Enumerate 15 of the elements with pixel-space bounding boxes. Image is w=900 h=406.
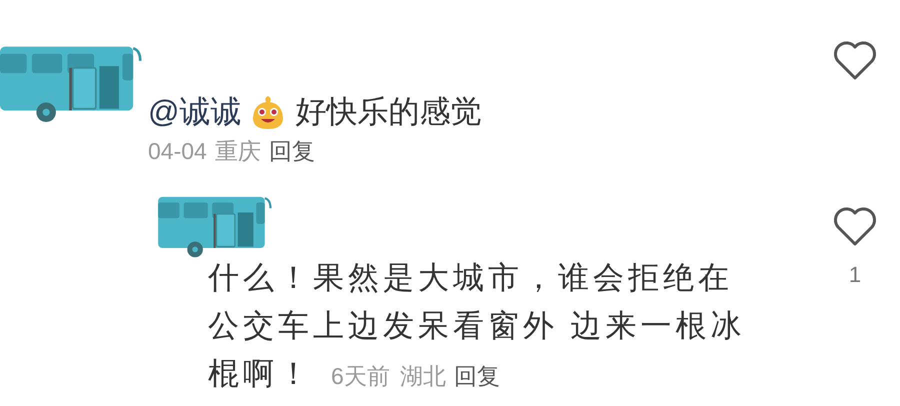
comment-text-line: 棍啊！ bbox=[208, 355, 313, 393]
reply-link[interactable]: 回复 bbox=[454, 352, 500, 400]
mention-link[interactable]: @诚诚 bbox=[148, 92, 242, 132]
comment-text-line: 公交车上边发呆看窗外 边来一根冰 bbox=[208, 307, 746, 345]
comment-time: 04-04 bbox=[148, 137, 207, 166]
heart-icon[interactable] bbox=[832, 206, 878, 248]
comment-location: 湖北 bbox=[400, 362, 446, 391]
like-count: 1 bbox=[848, 261, 862, 289]
comment-text-line: 什么！果然是大城市，谁会拒绝在 bbox=[208, 259, 733, 297]
reply-link[interactable]: 回复 bbox=[268, 134, 315, 168]
emoji-icon bbox=[251, 94, 286, 130]
comment-location: 重庆 bbox=[214, 137, 261, 166]
comment-time: 6天前 bbox=[331, 362, 390, 391]
comment-text: 好快乐的感觉 bbox=[295, 93, 482, 131]
heart-icon[interactable] bbox=[832, 40, 878, 82]
